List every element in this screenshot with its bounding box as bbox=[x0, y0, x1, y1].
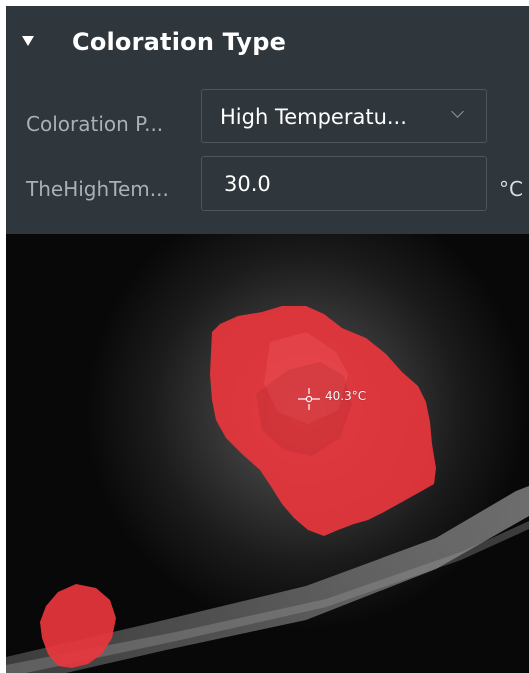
temperature-unit-label: °C bbox=[499, 177, 523, 201]
spot-temperature-readout: 40.3°C bbox=[325, 389, 367, 403]
thermal-settings-screen: Coloration Type Coloration P... High Tem… bbox=[0, 0, 529, 673]
thermal-scene bbox=[6, 234, 529, 673]
chevron-down-icon[interactable] bbox=[451, 105, 464, 118]
coloration-settings-panel: Coloration Type Coloration P... High Tem… bbox=[6, 6, 529, 234]
palette-dropdown[interactable]: High Temperatu... bbox=[201, 89, 487, 143]
thermal-image-view[interactable]: 40.3°C bbox=[6, 234, 529, 673]
palette-selected-value: High Temperatu... bbox=[220, 105, 407, 129]
triangle-down-icon[interactable] bbox=[22, 36, 34, 46]
threshold-label: TheHighTem... bbox=[26, 177, 169, 201]
section-title: Coloration Type bbox=[72, 28, 287, 56]
palette-label: Coloration P... bbox=[26, 112, 164, 136]
threshold-input[interactable] bbox=[201, 156, 487, 211]
coloration-type-header[interactable]: Coloration Type bbox=[6, 6, 529, 80]
